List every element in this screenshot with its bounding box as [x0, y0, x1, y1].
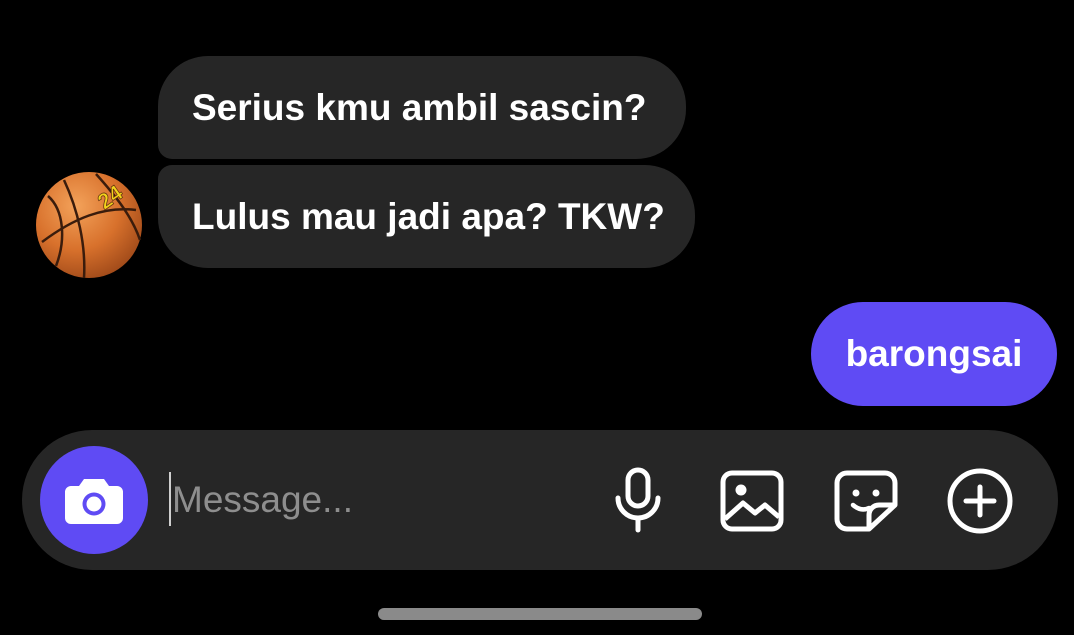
basketball-icon: 24 [36, 172, 142, 279]
message-text: Lulus mau jadi apa? TKW? [192, 196, 665, 237]
sticker-icon [834, 470, 898, 532]
outgoing-message-bubble[interactable]: barongsai [811, 302, 1057, 406]
avatar[interactable]: 24 [34, 170, 144, 280]
more-options-button[interactable] [944, 465, 1016, 537]
incoming-message-bubble[interactable]: Lulus mau jadi apa? TKW? [158, 165, 695, 268]
microphone-button[interactable] [602, 465, 674, 537]
sticker-button[interactable] [830, 465, 902, 537]
message-text: Serius kmu ambil sascin? [192, 87, 647, 128]
camera-icon [65, 479, 123, 524]
incoming-message-bubble[interactable]: Serius kmu ambil sascin? [158, 56, 686, 159]
gallery-button[interactable] [716, 465, 788, 537]
plus-icon [947, 468, 1013, 534]
camera-button[interactable] [40, 446, 148, 554]
home-indicator[interactable] [378, 608, 702, 620]
chat-screen: 24 Serius kmu ambil sascin? Lulus mau ja… [0, 0, 1074, 635]
microphone-icon [615, 467, 661, 533]
image-icon [720, 470, 784, 532]
message-input[interactable] [168, 470, 592, 530]
message-text: barongsai [845, 333, 1023, 374]
